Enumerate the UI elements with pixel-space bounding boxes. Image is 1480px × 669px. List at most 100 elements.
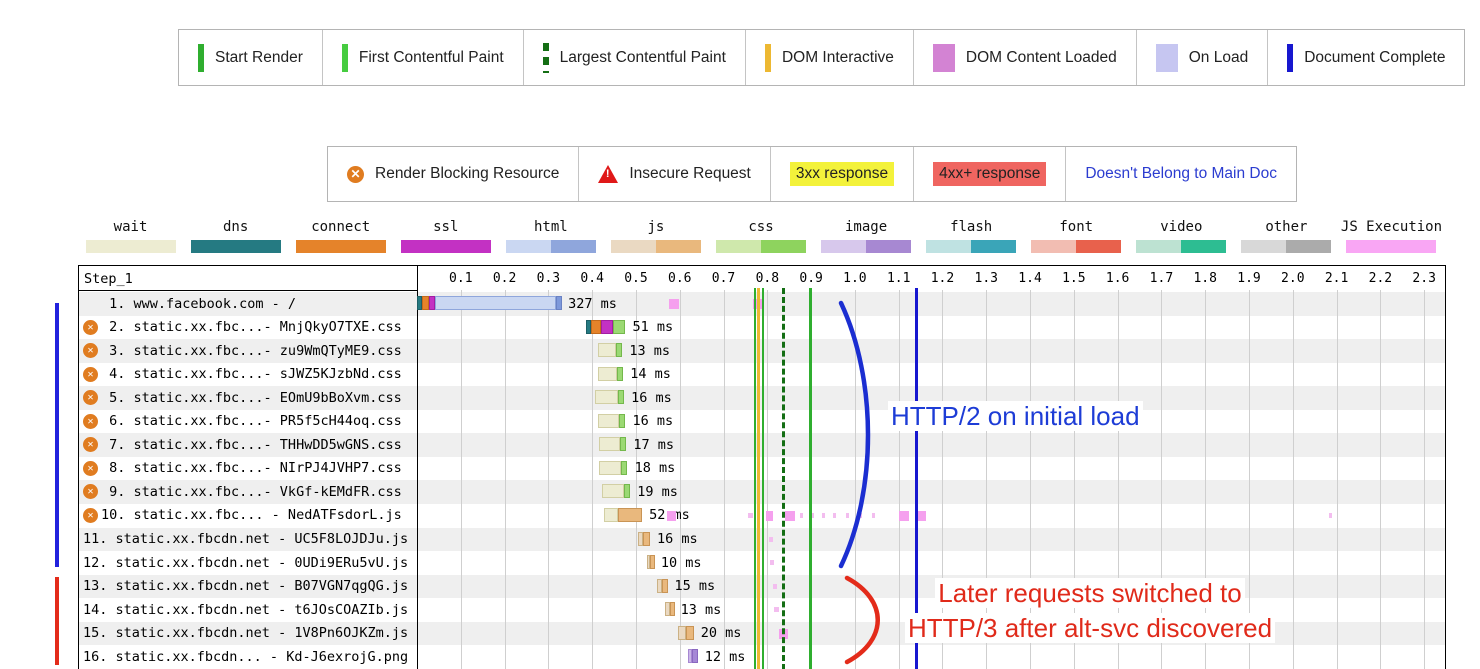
request-time-label: 19 ms [637, 484, 678, 500]
request-bar-html[interactable] [435, 296, 556, 310]
paint-events-legend: Start RenderFirst Contentful PaintLarges… [178, 29, 1465, 86]
resource-legend-label: font [1059, 219, 1093, 235]
image-color-swatch [821, 240, 911, 253]
request-time-label: 327 ms [568, 296, 617, 312]
request-bar-css_dl[interactable] [617, 367, 623, 381]
resource-legend-css: css [708, 219, 813, 253]
request-bar-css_dl[interactable] [619, 414, 625, 428]
request-bar-js_dl[interactable] [686, 626, 694, 640]
time-gridline [1424, 290, 1425, 669]
render-blocking-icon: ✕ [347, 166, 364, 183]
request-row-label[interactable]: 1. www.facebook.com - / [83, 296, 296, 312]
resource-legend-label: dns [223, 219, 248, 235]
request-row-label[interactable]: 15. static.xx.fbcdn.net - 1V8Pn6OJKZm.js [83, 625, 408, 641]
time-gridline [1337, 290, 1338, 669]
js-execution-mark [667, 511, 676, 521]
legend-item-4xx-response: 4xx+ response [914, 147, 1066, 201]
request-time-label: 17 ms [633, 437, 674, 453]
webpagetest-waterfall-page: Start RenderFirst Contentful PaintLarges… [0, 0, 1480, 669]
request-bar-css_dl[interactable] [613, 320, 625, 334]
request-row-label[interactable]: ✕ 7. static.xx.fbc...- THHwDD5wGNS.css [83, 437, 402, 453]
request-time-label: 12 ms [705, 649, 746, 665]
request-bar-css_dl[interactable] [618, 390, 624, 404]
request-bar-wait[interactable] [598, 414, 619, 428]
request-bar-wait[interactable] [595, 390, 618, 404]
request-bar-js_dl[interactable] [618, 508, 642, 522]
legend-item-label: First Contentful Paint [359, 49, 504, 67]
request-bar-css_dl[interactable] [620, 437, 626, 451]
request-row-label[interactable]: ✕ 3. static.xx.fbc...- zu9WmQTyME9.css [83, 343, 402, 359]
request-row-label[interactable]: ✕ 5. static.xx.fbc...- EOmU9bBoXvm.css [83, 390, 402, 406]
request-bar-wait[interactable] [598, 367, 617, 381]
request-bar-js_dl[interactable] [650, 555, 654, 569]
legend-item-document-complete: Document Complete [1268, 30, 1464, 85]
request-row-label[interactable]: 11. static.xx.fbcdn.net - UC5F8LOJDJu.js [83, 531, 408, 547]
request-bar-wait[interactable] [604, 508, 618, 522]
render-blocking-icon: ✕ [83, 320, 98, 335]
request-time-label: 20 ms [701, 625, 742, 641]
request-row-label[interactable]: 14. static.xx.fbcdn.net - t6JOsCOAZIb.js [83, 602, 408, 618]
time-gridline [548, 290, 549, 669]
request-bar-js_dl[interactable] [662, 579, 668, 593]
resource-legend-connect: connect [288, 219, 393, 253]
request-name: 8. static.xx.fbc...- NIrPJ4JVHP7.css [101, 460, 402, 476]
legend-item-start-render: Start Render [179, 30, 323, 85]
request-row-label[interactable]: 12. static.xx.fbcdn.net - 0UDi9ERu5vU.js [83, 555, 408, 571]
request-row-label[interactable]: ✕ 8. static.xx.fbc...- NIrPJ4JVHP7.css [83, 460, 402, 476]
request-time-label: 13 ms [629, 343, 670, 359]
request-name: 16. static.xx.fbcdn... - Kd-J6exrojG.png [83, 649, 408, 665]
resource-legend-label: JS Execution [1341, 219, 1442, 235]
resource-legend-label: html [534, 219, 568, 235]
request-flags-legend: ✕Render Blocking Resource!Insecure Reque… [327, 146, 1297, 202]
http2-annotation: HTTP/2 on initial load [888, 401, 1143, 432]
legend-item-label: 4xx+ response [933, 162, 1046, 186]
legend-item-label: Start Render [215, 49, 303, 67]
first-contentful-paint-line [762, 288, 764, 669]
http3-annotation: Later requests switched to HTTP/3 after … [870, 576, 1310, 646]
request-name: 4. static.xx.fbc...- sJWZ5KJzbNd.css [101, 366, 402, 382]
request-bar-css_dl[interactable] [624, 484, 630, 498]
request-bar-css_dl[interactable] [616, 343, 622, 357]
request-bar-ssl[interactable] [601, 320, 613, 334]
resource-legend-image: image [814, 219, 919, 253]
largest-contentful-paint-marker-icon [543, 43, 549, 73]
request-bar-connect[interactable] [422, 296, 429, 310]
axis-tick-label: 1.1 [887, 271, 910, 286]
resource-legend-flash: flash [919, 219, 1024, 253]
request-bar-js_dl[interactable] [670, 602, 675, 616]
request-bar-image_dl[interactable] [692, 649, 699, 663]
js-execution-mark [846, 513, 849, 518]
request-bar-connect[interactable] [591, 320, 601, 334]
request-name: 10. static.xx.fbc... - NedATFsdorL.js [101, 507, 402, 523]
render-blocking-icon: ✕ [83, 437, 98, 452]
time-gridline [1380, 290, 1381, 669]
request-bar-js_dl[interactable] [643, 532, 650, 546]
dom-content-loaded-marker-icon [933, 44, 955, 72]
request-row-label[interactable]: 13. static.xx.fbcdn.net - B07VGN7qgQG.js [83, 578, 408, 594]
axis-tick-label: 0.2 [493, 271, 516, 286]
request-row-label[interactable]: ✕ 9. static.xx.fbc...- VkGf-kEMdFR.css [83, 484, 402, 500]
request-bar-wait[interactable] [598, 343, 616, 357]
paint-event-line [809, 288, 812, 669]
request-name: 6. static.xx.fbc...- PR5f5cH44oq.css [101, 413, 402, 429]
resource-type-legend: waitdnsconnectsslhtmljscssimageflashfont… [78, 219, 1444, 253]
request-row-label[interactable]: ✕ 2. static.xx.fbc...- MnjQkyO7TXE.css [83, 319, 402, 335]
js-execution-mark [833, 513, 836, 518]
request-name: 14. static.xx.fbcdn.net - t6JOsCOAZIb.js [83, 602, 408, 618]
insecure-warning-icon: ! [598, 165, 618, 183]
legend-item-doesn-t-belong-to-main-doc[interactable]: Doesn't Belong to Main Doc [1066, 147, 1296, 201]
request-row-label[interactable]: 16. static.xx.fbcdn... - Kd-J6exrojG.png [83, 649, 408, 665]
request-name: 5. static.xx.fbc...- EOmU9bBoXvm.css [101, 390, 402, 406]
request-row-label[interactable]: ✕10. static.xx.fbc... - NedATFsdorL.js [83, 507, 402, 523]
request-bar-js[interactable] [678, 626, 686, 640]
request-bar-css_dl[interactable] [621, 461, 627, 475]
request-row-label[interactable]: ✕ 6. static.xx.fbc...- PR5f5cH44oq.css [83, 413, 402, 429]
js-execution-mark [785, 511, 795, 521]
request-bar-html_dl[interactable] [556, 296, 562, 310]
resource-legend-label: css [748, 219, 773, 235]
axis-tick-label: 0.9 [799, 271, 822, 286]
request-bar-wait[interactable] [602, 484, 624, 498]
request-bar-wait[interactable] [599, 437, 620, 451]
request-bar-wait[interactable] [599, 461, 621, 475]
request-row-label[interactable]: ✕ 4. static.xx.fbc...- sJWZ5KJzbNd.css [83, 366, 402, 382]
